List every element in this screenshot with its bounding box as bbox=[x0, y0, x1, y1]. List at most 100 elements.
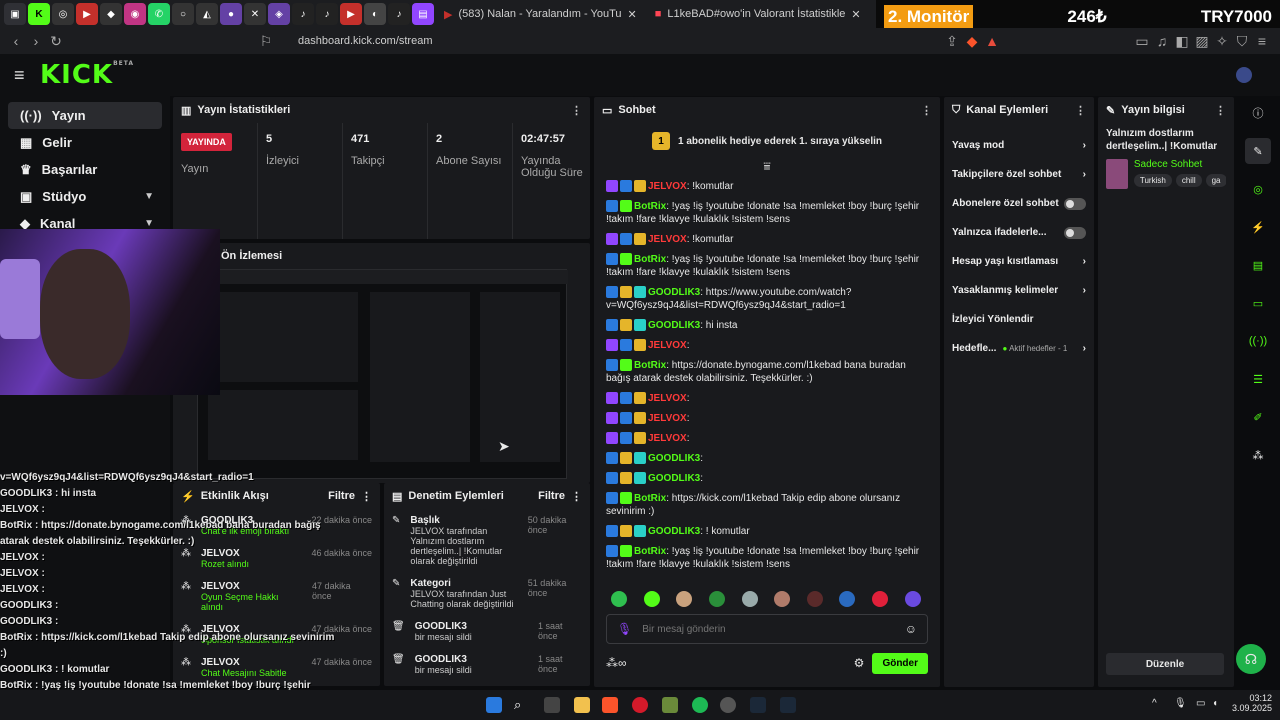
emote-icon[interactable] bbox=[709, 591, 726, 607]
url-field[interactable]: dashboard.kick.com/stream bbox=[298, 35, 433, 47]
brave-shield-icon[interactable]: ◆ bbox=[962, 33, 982, 50]
chat-username[interactable]: JELVOX bbox=[648, 393, 687, 404]
youtube-tab-icon[interactable]: ▶ bbox=[76, 3, 98, 25]
wrench-icon[interactable]: ✐ bbox=[1245, 404, 1271, 430]
mic-icon[interactable]: 🎙 bbox=[1174, 698, 1187, 709]
youtube-tab-icon[interactable]: ▶ bbox=[340, 3, 362, 25]
chat-message-field[interactable] bbox=[642, 623, 895, 635]
hamburger-icon[interactable]: ≡ bbox=[14, 65, 25, 86]
chat-username[interactable]: BotRix bbox=[634, 493, 666, 504]
sidebar-icon[interactable]: ▭ bbox=[1132, 33, 1152, 50]
x-tab-icon[interactable]: ✕ bbox=[244, 3, 266, 25]
reload-icon[interactable]: ↻ bbox=[46, 33, 66, 50]
bolt-icon[interactable]: ⚡ bbox=[1245, 214, 1271, 240]
sidebar-item-yayin[interactable]: ((·)) Yayın bbox=[8, 102, 162, 129]
list-icon[interactable]: ☰ bbox=[1245, 366, 1271, 392]
settings-icon[interactable]: ⚙ bbox=[854, 656, 865, 670]
points-icon[interactable]: ⁂∞ bbox=[606, 656, 627, 670]
pinned-tab-icon[interactable]: ● bbox=[220, 3, 242, 25]
close-icon[interactable]: ✕ bbox=[628, 8, 637, 21]
sidebar-toggle-icon[interactable]: ▣ bbox=[4, 3, 26, 25]
sidebar-item-gelir[interactable]: ▦ Gelir bbox=[8, 129, 162, 156]
kick-tab-icon[interactable]: K bbox=[28, 3, 50, 25]
chat-username[interactable]: BotRix bbox=[634, 201, 666, 212]
send-button[interactable]: Gönder bbox=[872, 652, 928, 674]
emote-icon[interactable] bbox=[904, 591, 921, 607]
avatar[interactable] bbox=[1236, 67, 1252, 83]
pin-icon[interactable]: ⩸ bbox=[594, 159, 940, 174]
chat-username[interactable]: JELVOX bbox=[648, 181, 687, 192]
emote-icon[interactable] bbox=[774, 591, 791, 607]
opera-icon[interactable] bbox=[632, 697, 648, 713]
pinned-tab-icon[interactable]: ◈ bbox=[268, 3, 290, 25]
bookmark-icon[interactable]: ⚐ bbox=[256, 33, 276, 50]
vpn-icon[interactable]: ⛉ bbox=[1232, 33, 1252, 50]
twitch-tab-icon[interactable]: ▤ bbox=[412, 3, 434, 25]
image-icon[interactable]: ▨ bbox=[1192, 33, 1212, 50]
explorer-icon[interactable] bbox=[574, 697, 590, 713]
menu-icon[interactable]: ≡ bbox=[1252, 33, 1272, 49]
slow-mode-item[interactable]: Yavaş mod › bbox=[944, 131, 1094, 160]
more-icon[interactable]: ⋮ bbox=[571, 104, 582, 117]
broadcast-icon[interactable]: ((·)) bbox=[1245, 328, 1271, 354]
chat-username[interactable]: BotRix bbox=[634, 546, 666, 557]
steam-icon[interactable] bbox=[750, 697, 766, 713]
share-icon[interactable]: ⇪ bbox=[942, 33, 962, 50]
chat-username[interactable]: GOODLIK3 bbox=[648, 453, 700, 464]
emote-icon[interactable] bbox=[643, 591, 660, 607]
emoji-icon[interactable]: ☺ bbox=[905, 622, 917, 636]
chat-username[interactable]: JELVOX bbox=[648, 413, 687, 424]
sidebar-item-basarilar[interactable]: ♛ Başarılar bbox=[8, 156, 162, 183]
back-icon[interactable]: ‹ bbox=[6, 33, 26, 49]
chat-username[interactable]: JELVOX bbox=[648, 234, 687, 245]
network-icon[interactable]: ▭ bbox=[1196, 698, 1205, 709]
steam-icon[interactable] bbox=[780, 697, 796, 713]
preview-video[interactable]: ➤ bbox=[197, 269, 568, 479]
document-icon[interactable]: ▤ bbox=[1245, 252, 1271, 278]
panel-icon[interactable]: ◧ bbox=[1172, 33, 1192, 50]
more-icon[interactable]: ⋮ bbox=[361, 490, 372, 503]
whatsapp-tab-icon[interactable]: ✆ bbox=[148, 3, 170, 25]
edit-button[interactable]: Düzenle bbox=[1106, 653, 1224, 675]
spotify-icon[interactable] bbox=[692, 697, 708, 713]
tab-valorant[interactable]: ■ L1keBAD#owo'in Valorant İstatistikle ✕ bbox=[647, 2, 869, 26]
search-icon[interactable]: ⌕ bbox=[514, 697, 530, 713]
tiktok-tab-icon[interactable]: ♪ bbox=[292, 3, 314, 25]
instagram-tab-icon[interactable]: ◉ bbox=[124, 3, 146, 25]
chat-username[interactable]: GOODLIK3 bbox=[648, 287, 700, 298]
chat-input[interactable]: 🎙 ☺ bbox=[606, 614, 928, 644]
emotes-only-toggle[interactable] bbox=[1064, 226, 1086, 239]
emote-icon[interactable] bbox=[611, 591, 628, 607]
chat-username[interactable]: JELVOX bbox=[648, 340, 687, 351]
tab-youtube[interactable]: ▶ (583) Nalan - Yaralandım - YouTu ✕ bbox=[436, 2, 645, 26]
pinned-tab-icon[interactable]: ◐ bbox=[364, 3, 386, 25]
followers-only-item[interactable]: Takipçilere özel sohbet › bbox=[944, 160, 1094, 189]
forward-icon[interactable]: › bbox=[26, 33, 46, 49]
music-icon[interactable]: ♫ bbox=[1152, 33, 1172, 49]
minecraft-icon[interactable] bbox=[662, 697, 678, 713]
chat-username[interactable]: BotRix bbox=[634, 254, 666, 265]
pinned-tab-icon[interactable]: ◆ bbox=[100, 3, 122, 25]
info-icon[interactable]: ⓘ bbox=[1245, 100, 1271, 126]
emote-icon[interactable] bbox=[839, 591, 856, 607]
tiktok-tab-icon[interactable]: ♪ bbox=[316, 3, 338, 25]
more-icon[interactable]: ⋮ bbox=[571, 490, 582, 503]
chat-username[interactable]: GOODLIK3 bbox=[648, 473, 700, 484]
support-icon[interactable]: ☊ bbox=[1236, 644, 1266, 674]
chat-username[interactable]: GOODLIK3 bbox=[648, 320, 700, 331]
emotes-only-item[interactable]: Yalnızca ifadelerle... bbox=[944, 218, 1094, 247]
subscribers-only-toggle[interactable] bbox=[1064, 197, 1086, 210]
goals-item[interactable]: Hedefle... ● Aktif hedefler - 1 › bbox=[944, 334, 1094, 363]
banned-words-item[interactable]: Yasaklanmış kelimeler › bbox=[944, 276, 1094, 305]
emote-icon[interactable] bbox=[872, 591, 889, 607]
volume-icon[interactable]: ◖ bbox=[1212, 698, 1218, 709]
chat-username[interactable]: BotRix bbox=[634, 360, 666, 371]
dots-icon[interactable]: ⁂ bbox=[1245, 442, 1271, 468]
clock[interactable]: 03:12 3.09.2025 bbox=[1232, 693, 1272, 713]
sidebar-item-studyo[interactable]: ▣ Stüdyo ▼ bbox=[8, 183, 162, 210]
subscribers-only-item[interactable]: Abonelere özel sohbet bbox=[944, 189, 1094, 218]
account-age-item[interactable]: Hesap yaşı kısıtlaması › bbox=[944, 247, 1094, 276]
chat-username[interactable]: GOODLIK3 bbox=[648, 526, 700, 537]
tiktok-tab-icon[interactable]: ♪ bbox=[388, 3, 410, 25]
brave-icon[interactable] bbox=[602, 697, 618, 713]
